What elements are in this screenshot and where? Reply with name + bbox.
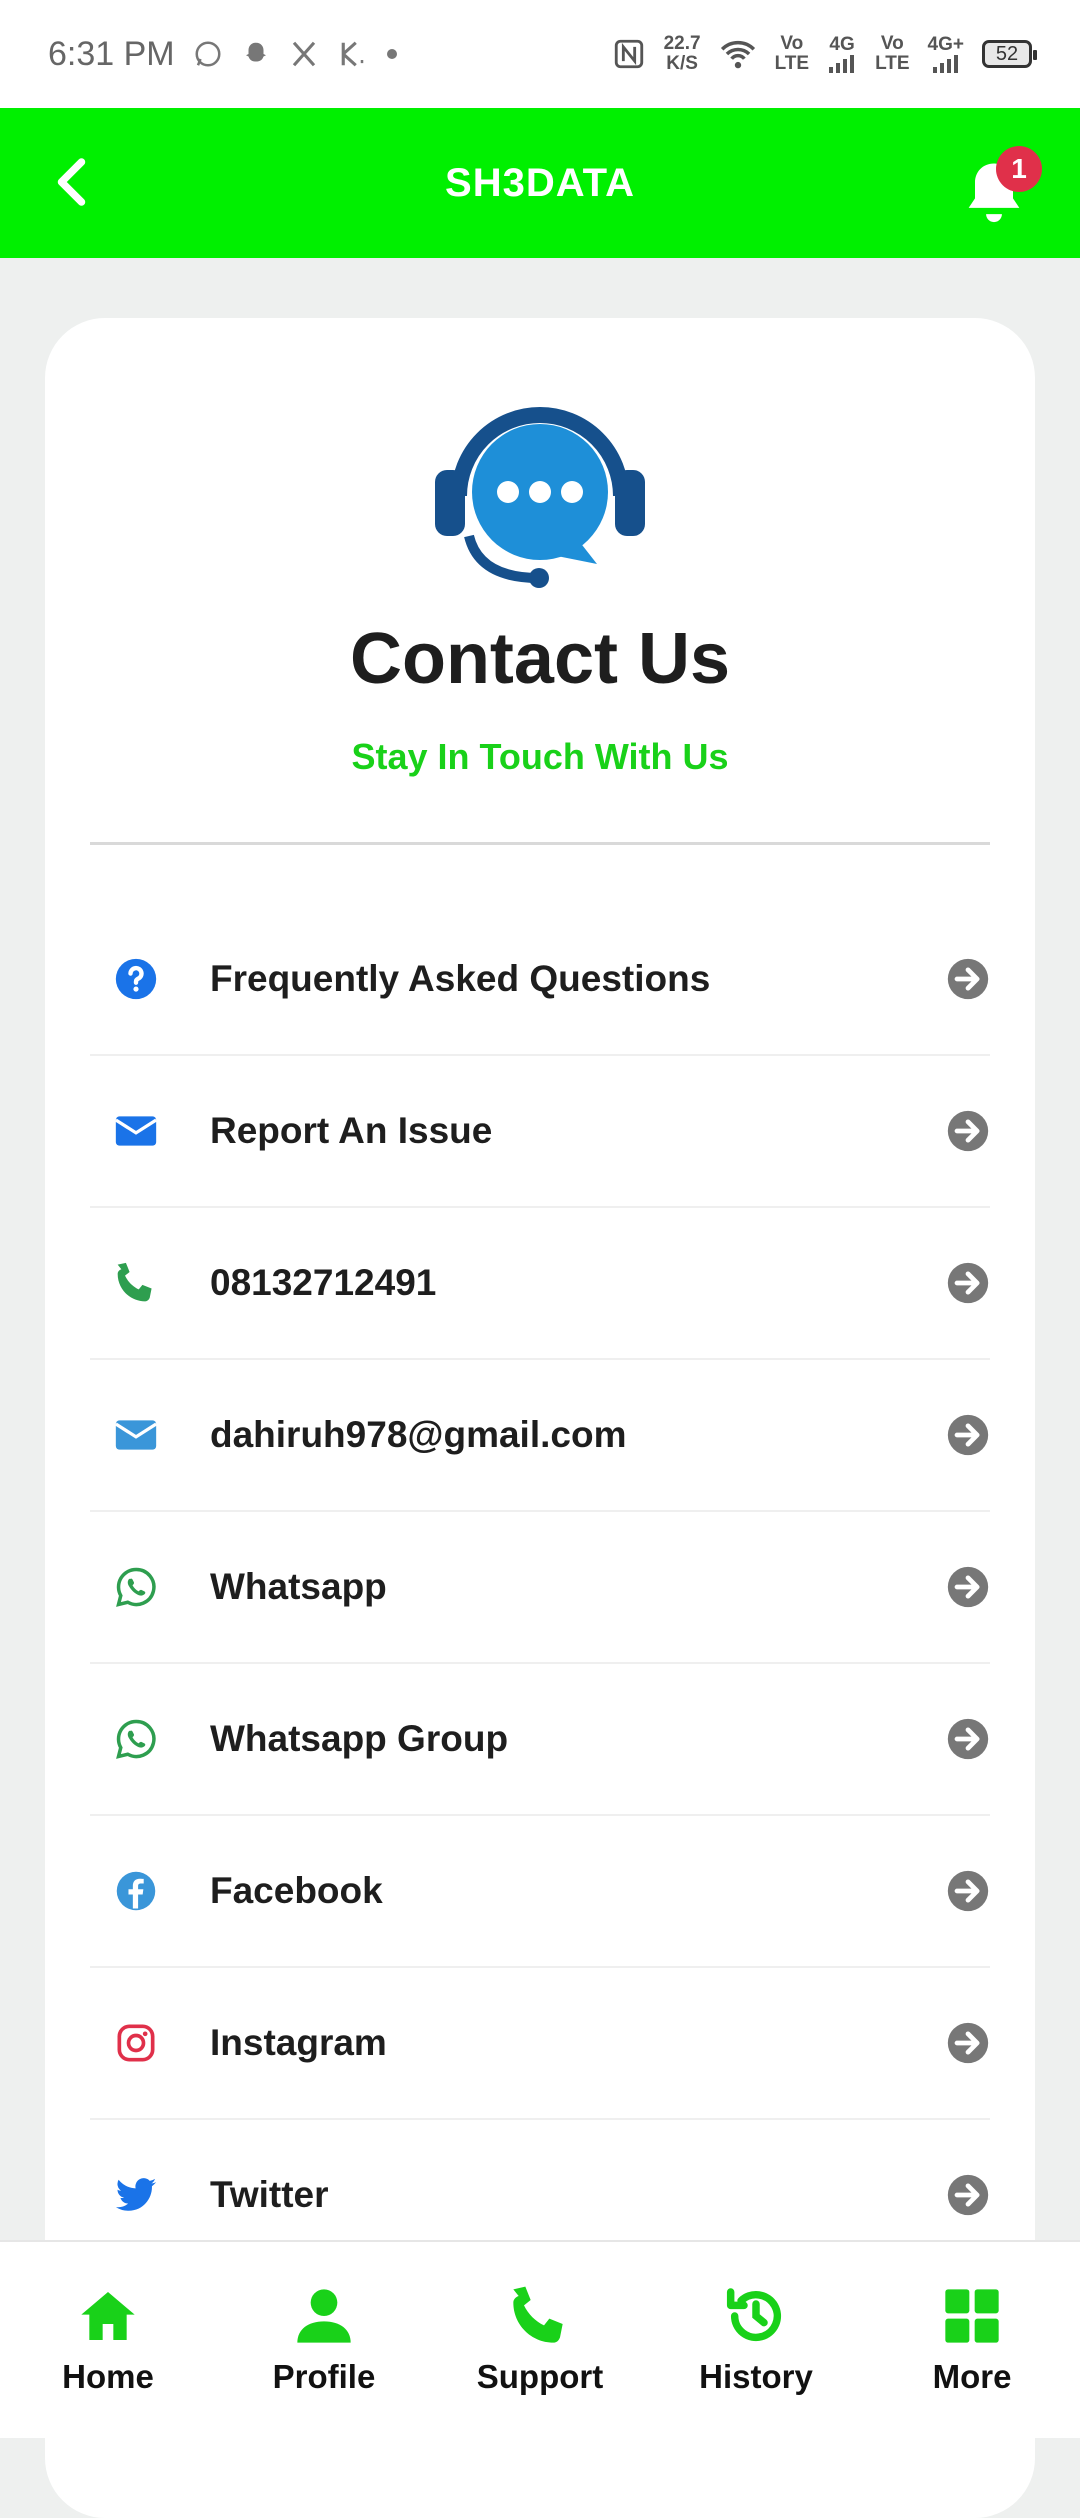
- nav-support[interactable]: Support: [440, 2284, 640, 2396]
- contact-menu: Frequently Asked Questions Report An Iss…: [90, 904, 990, 2272]
- notifications-button[interactable]: 1: [966, 146, 1042, 223]
- page-title: Contact Us: [349, 619, 731, 699]
- arrow-right-circle-icon: [947, 2022, 989, 2064]
- menu-item-label: Report An Issue: [210, 1110, 493, 1151]
- phone-icon: [117, 1262, 152, 1302]
- menu-item-whatsapp[interactable]: Whatsapp: [90, 1512, 990, 1664]
- menu-item-label: 08132712491: [210, 1262, 437, 1303]
- arrow-right-circle-icon: [947, 1870, 989, 1912]
- back-button[interactable]: [44, 152, 104, 212]
- menu-item-instagram[interactable]: Instagram: [90, 1968, 990, 2120]
- menu-item-faq[interactable]: Frequently Asked Questions: [90, 904, 990, 1056]
- status-time: 6:31 PM: [48, 34, 175, 73]
- volte-1: Vo LTE: [774, 33, 810, 74]
- question-circle-icon: [115, 958, 157, 1000]
- whatsapp-icon: [116, 1567, 156, 1607]
- grid-icon: [945, 2289, 999, 2343]
- menu-item-label: Facebook: [210, 1870, 383, 1911]
- status-bar: 6:31 PM 22.7 K/S Vo LTE 4G Vo LTE 4G+ 52: [0, 0, 1080, 108]
- user-icon: [297, 2289, 351, 2343]
- menu-item-facebook[interactable]: Facebook: [90, 1816, 990, 1968]
- instagram-icon: [117, 2024, 155, 2062]
- nav-label: Profile: [272, 2358, 376, 2395]
- menu-item-phone[interactable]: 08132712491: [90, 1208, 990, 1360]
- contact-card: Contact Us Stay In Touch With Us Frequen…: [45, 318, 1035, 2518]
- menu-item-whatsapp-group[interactable]: Whatsapp Group: [90, 1664, 990, 1816]
- app-title: SH3DATA: [445, 160, 635, 205]
- network-speed: 22.7 K/S: [663, 33, 701, 74]
- arrow-right-circle-icon: [947, 958, 989, 1000]
- history-icon: [726, 2288, 782, 2342]
- whatsapp-notification-icon: [195, 41, 221, 67]
- app-notification-icon: [341, 41, 363, 67]
- x-notification-icon: [292, 41, 315, 67]
- arrow-right-circle-icon: [947, 1262, 989, 1304]
- menu-item-label: Whatsapp: [210, 1566, 387, 1607]
- dot-icon: [386, 49, 397, 59]
- nav-label: Home: [62, 2358, 154, 2395]
- arrow-right-circle-icon: [947, 1718, 989, 1760]
- menu-item-email[interactable]: dahiruh978@gmail.com: [90, 1360, 990, 1512]
- nav-more[interactable]: More: [872, 2284, 1072, 2396]
- snapchat-notification-icon: [245, 42, 266, 62]
- divider: [90, 842, 990, 845]
- nav-label: Support: [476, 2358, 604, 2395]
- menu-item-label: dahiruh978@gmail.com: [210, 1414, 627, 1455]
- bottom-nav: Home Profile Support History More: [0, 2240, 1080, 2438]
- arrow-right-circle-icon: [947, 1566, 989, 1608]
- app-bar: SH3DATA 1: [0, 108, 1080, 258]
- arrow-right-circle-icon: [947, 2174, 989, 2216]
- menu-item-label: Instagram: [210, 2022, 387, 2063]
- twitter-icon: [115, 2178, 157, 2211]
- nav-home[interactable]: Home: [8, 2284, 208, 2396]
- home-icon: [81, 2292, 135, 2340]
- envelope-icon: [114, 1116, 158, 1146]
- phone-icon: [513, 2286, 563, 2343]
- menu-item-label: Whatsapp Group: [210, 1718, 509, 1759]
- wifi-icon: [720, 40, 755, 69]
- nav-label: History: [699, 2358, 813, 2395]
- battery-indicator: 52: [982, 40, 1037, 68]
- notification-badge: 1: [996, 146, 1042, 192]
- signal-bars-icon: [829, 55, 855, 73]
- nav-history[interactable]: History: [656, 2284, 856, 2396]
- signal-2: 4G+: [928, 35, 964, 73]
- nav-label: More: [932, 2358, 1012, 2395]
- nfc-icon: [614, 39, 643, 69]
- menu-item-report-issue[interactable]: Report An Issue: [90, 1056, 990, 1208]
- signal-bars-icon: [932, 55, 958, 73]
- page-subtitle: Stay In Touch With Us: [351, 736, 729, 777]
- arrow-right-circle-icon: [947, 1414, 989, 1456]
- menu-item-label: Twitter: [210, 2174, 329, 2215]
- whatsapp-icon: [116, 1719, 156, 1759]
- menu-item-label: Frequently Asked Questions: [210, 958, 711, 999]
- signal-1: 4G: [827, 35, 857, 73]
- envelope-icon: [114, 1420, 158, 1450]
- facebook-icon: [116, 1871, 156, 1911]
- nav-profile[interactable]: Profile: [224, 2284, 424, 2396]
- arrow-right-circle-icon: [947, 1110, 989, 1152]
- support-headset-icon: [435, 407, 645, 588]
- volte-2: Vo LTE: [875, 33, 910, 74]
